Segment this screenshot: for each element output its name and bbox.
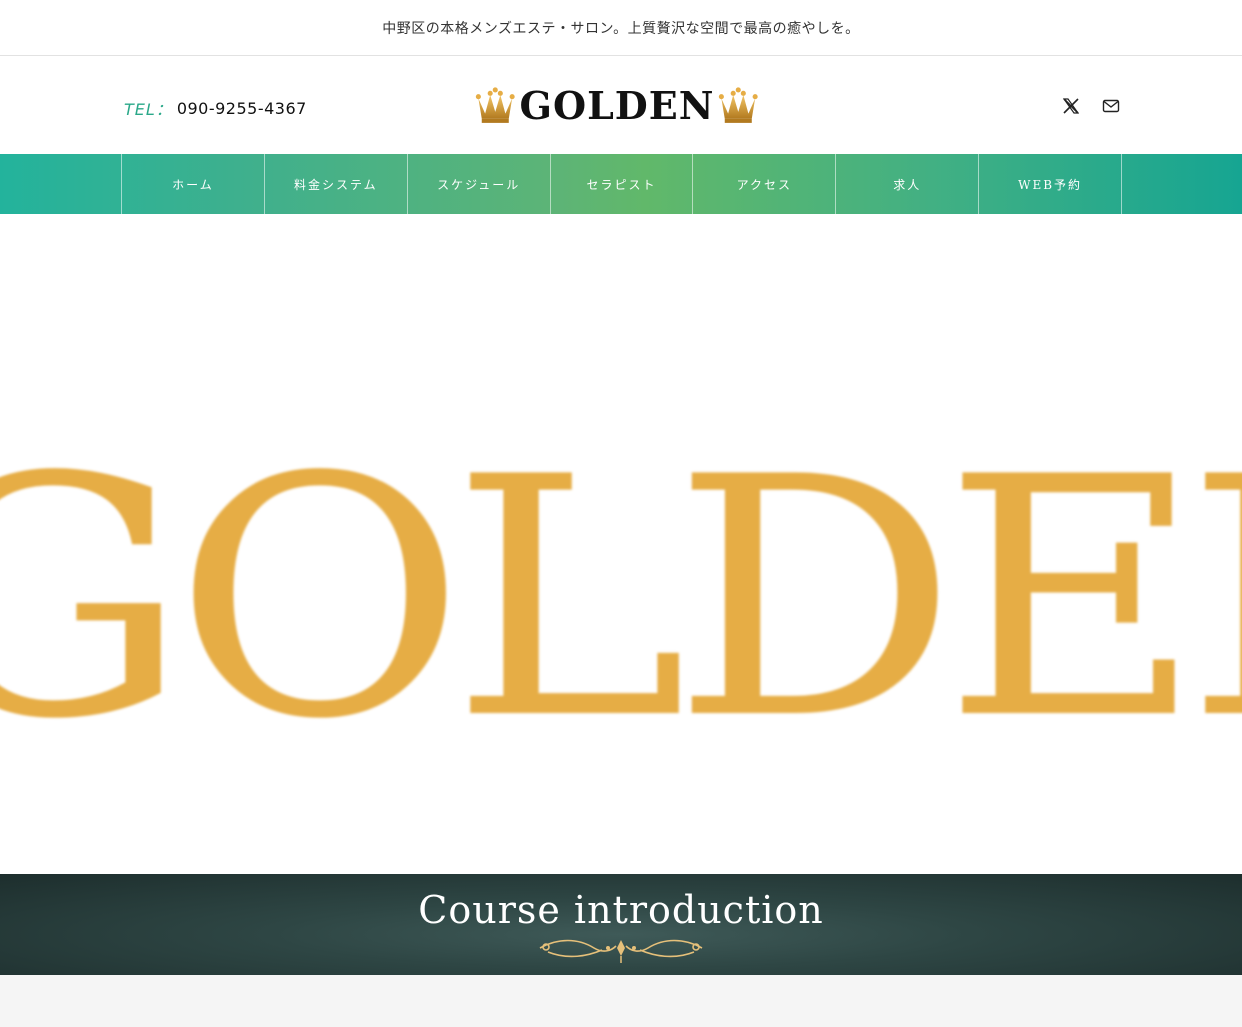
crown-icon bbox=[475, 87, 515, 123]
top-tagline-bar: 中野区の本格メンズエステ・サロン。上質贅沢な空間で最高の癒やしを。 bbox=[0, 0, 1242, 56]
site-logo[interactable]: GOLDEN bbox=[475, 82, 759, 130]
mail-icon[interactable] bbox=[1102, 97, 1120, 115]
tel-number[interactable]: 090-9255-4367 bbox=[177, 99, 307, 118]
nav-item-home[interactable]: ホーム bbox=[122, 154, 265, 214]
x-twitter-icon[interactable] bbox=[1062, 97, 1080, 115]
header: TEL： 090-9255-4367 GOLDEN bbox=[0, 56, 1242, 154]
course-section-header: Course introduction bbox=[0, 874, 1242, 975]
logo-text: GOLDEN bbox=[519, 83, 715, 128]
nav-item-pricing[interactable]: 料金システム bbox=[265, 154, 408, 214]
main-nav: ホーム 料金システム スケジュール セラピスト アクセス 求人 WEB予約 bbox=[0, 154, 1242, 214]
tel-label: TEL： bbox=[124, 100, 173, 119]
hero-banner: GOLDEN bbox=[0, 214, 1242, 874]
ornament-divider bbox=[0, 936, 1242, 964]
nav-item-access[interactable]: アクセス bbox=[693, 154, 837, 214]
crown-icon bbox=[719, 87, 759, 123]
page-bottom-area bbox=[0, 975, 1242, 1027]
social-links bbox=[1062, 97, 1120, 115]
nav-item-therapist[interactable]: セラピスト bbox=[551, 154, 694, 214]
hero-logo-text: GOLDEN bbox=[0, 407, 1242, 791]
tel-info[interactable]: TEL： 090-9255-4367 bbox=[124, 96, 307, 120]
nav-item-recruit[interactable]: 求人 bbox=[836, 154, 980, 214]
tagline: 中野区の本格メンズエステ・サロン。上質贅沢な空間で最高の癒やしを。 bbox=[382, 20, 860, 37]
section-title: Course introduction bbox=[418, 888, 824, 932]
nav-item-schedule[interactable]: スケジュール bbox=[408, 154, 551, 214]
nav-item-web-reservation[interactable]: WEB予約 bbox=[979, 154, 1123, 214]
